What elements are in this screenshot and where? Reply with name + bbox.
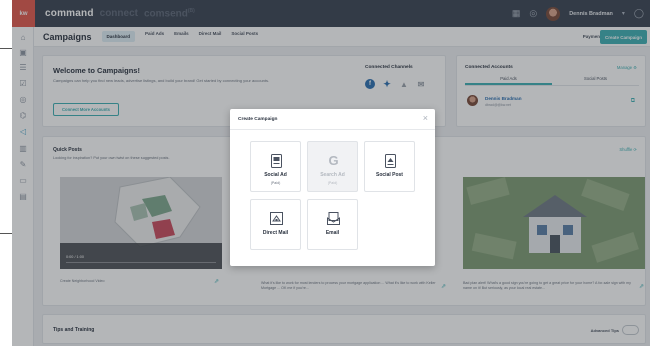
edge-marker [0,48,12,49]
option-label: Email [325,230,340,236]
option-sub: (Paid) [327,181,338,185]
option-label: Search Ad [320,172,345,178]
close-icon[interactable]: × [423,113,428,123]
option-direct-mail[interactable]: Direct Mail [250,199,301,250]
modal-header: Create Campaign × [230,109,435,130]
social-post-icon [384,153,397,168]
mail-icon [270,211,283,226]
email-icon [327,211,340,226]
create-campaign-modal: Create Campaign × Social Ad (Paid) G Sea… [230,109,435,266]
google-icon: G [328,153,339,168]
option-sub: (Paid) [270,181,281,185]
app-window: kw command connect comsend(B) ▦ ◎ Dennis… [12,0,650,346]
social-ad-icon [270,153,283,168]
option-label: Social Post [376,172,403,178]
option-social-post[interactable]: Social Post [364,141,415,192]
modal-title: Create Campaign [238,117,278,122]
edge-marker [0,233,12,234]
option-social-ad[interactable]: Social Ad (Paid) [250,141,301,192]
option-email[interactable]: Email [307,199,358,250]
option-label: Social Ad [264,172,287,178]
option-search-ad: G Search Ad (Paid) [307,141,358,192]
option-label: Direct Mail [262,230,289,236]
